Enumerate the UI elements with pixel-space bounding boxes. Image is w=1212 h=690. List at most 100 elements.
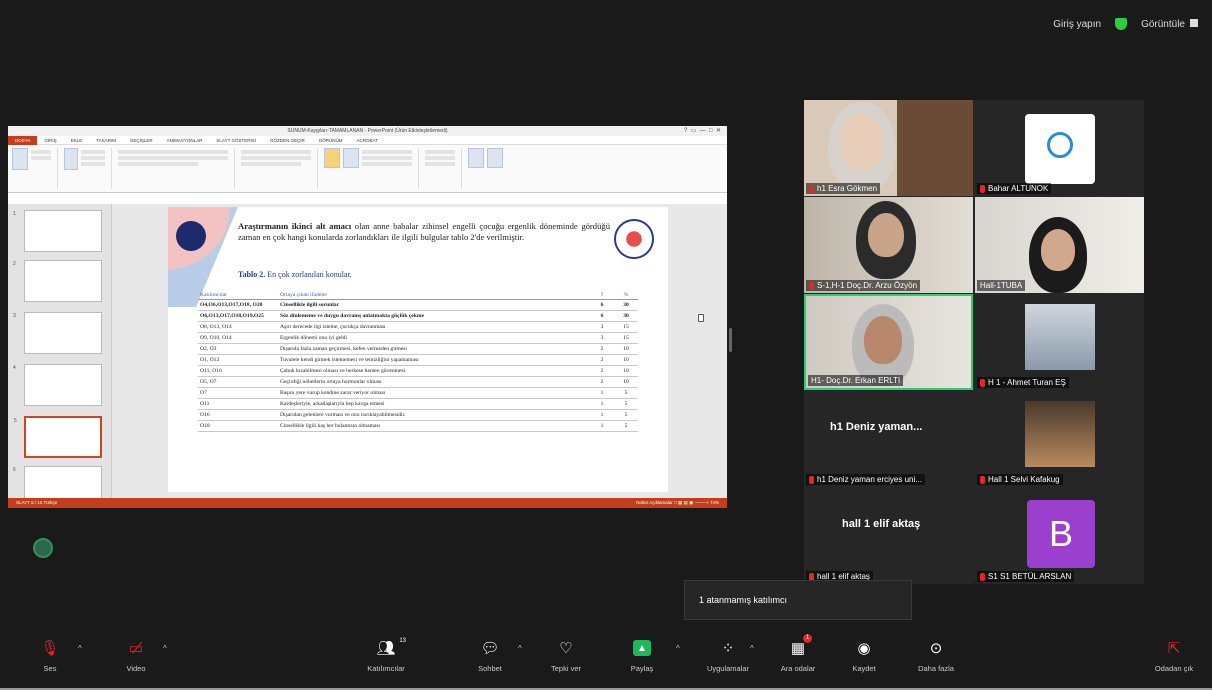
ribbon-group-font [118,148,235,189]
table-header-cell: f [590,291,614,300]
profile-photo [1025,304,1095,370]
split-handle[interactable] [729,328,732,352]
leave-room-button[interactable]: ⇱ Odadan çık [1144,638,1204,673]
muted-mic-icon [980,378,985,387]
more-button[interactable]: ⊙ Daha fazla [906,638,966,673]
share-button[interactable]: ▲ Paylaş [612,638,672,673]
paragraph-bold: Araştırmanın ikinci alt amacı [238,221,352,231]
participant-tile[interactable]: Hall-1TUBA [975,197,1144,293]
ribbon-tab[interactable]: GEÇİŞLER [123,138,160,143]
leave-room-icon: ⇱ [1167,640,1181,657]
apps-button[interactable]: ⁘ Uygulamalar [698,638,758,673]
ribbon-group-slides [64,148,112,189]
signin-link[interactable]: Giriş yapın [1053,19,1101,30]
participant-tile[interactable]: Bahar ALTUNOK [975,100,1144,196]
participants-label: Katılımcılar [367,664,405,673]
record-button[interactable]: ◉ Kaydet [834,638,894,673]
table-cell: O11 [198,398,278,410]
participant-video: h1 Deniz yaman... [804,391,973,487]
participant-video [975,197,1144,293]
table-cell: 5 [614,387,638,399]
react-button[interactable]: ♡ Tepki ver [536,638,596,673]
slide-thumb-1[interactable]: 1 [13,210,102,252]
slide-thumb-2[interactable]: 2 [13,260,102,302]
participant-video [804,197,973,293]
table-header-cell: Ortaya çıkan ifadeler [278,291,590,300]
participant-tile[interactable]: S-1,H-1 Doç.Dr. Arzu Özyön [804,197,973,293]
participant-name-label: H1- Doç.Dr. Erkan ERLTI [808,375,904,386]
ribbon-tab[interactable]: ACROBAT [350,138,385,143]
mute-options-chevron-icon[interactable]: ^ [78,644,82,653]
participant-tile[interactable]: H1- Doç.Dr. Erkan ERLTI [804,294,973,390]
table-cell: Çabuk kızabilmesi olması ve herkese heme… [278,365,590,377]
participant-tile[interactable]: h1 Deniz yaman... h1 Deniz yaman erciyes … [804,391,973,487]
ribbon-tab[interactable]: DOSYA [8,135,38,145]
muted-mic-icon [980,184,985,193]
ribbon-tab[interactable]: GİRİŞ [37,138,63,143]
ribbon-tab[interactable]: GÖRÜNÜM [312,138,350,143]
view-button[interactable]: Görüntüle [1141,18,1198,30]
slide-paragraph: Araştırmanın ikinci alt amacı olan anne … [238,221,610,243]
participants-button[interactable]: 👥︎ 13 Katılımcılar [356,638,416,673]
participant-tile[interactable]: H 1 - Ahmet Turan EŞ [975,294,1144,390]
status-right: Notlar Açıklamalar □ ▦ ▤ ▣ −——+ 74% [636,500,719,505]
ppt-status-bar: SLAYT 5 / 10 Türkçe Notlar Açıklamalar □… [8,498,727,508]
video-button[interactable]: ▭̸ Video [106,638,166,673]
ribbon-tab[interactable]: GÖZDEN GEÇİR [263,138,312,143]
chat-options-chevron-icon[interactable]: ^ [518,644,522,653]
breakout-rooms-button[interactable]: ▦ 1 Ara odalar [768,634,828,673]
table-cell: O8, O13, O14 [198,321,278,333]
ribbon-group-acrobat [468,148,509,189]
top-right-bar: Giriş yapın Görüntüle [1053,18,1198,30]
table-row: O9, O10, O14 Ergenlik dönemi onu iyi geld… [198,332,638,344]
record-icon: ◉ [857,640,871,657]
table-cell: 10 [614,365,638,377]
rooms-label: Ara odalar [780,664,816,673]
slide-thumb-4[interactable]: 4 [13,364,102,406]
table-row: O5, O7 Geçirdiği nöbetlerin ortaya hormon… [198,376,638,388]
table-cell: 30 [614,299,638,311]
chat-button[interactable]: 💬︎ Sohbet [460,638,520,673]
apps-icon: ⁘ [721,640,735,657]
table-cell: Cinsellikle ilgili kaş her bulantısın ol… [278,420,590,432]
table-row: O11 Kardeşleriyle, arkadaşlarıyla hep kav… [198,398,638,410]
mute-button[interactable]: 🎙︎ Ses [20,638,80,673]
ribbon-tab[interactable]: ANİMASYONLAR [160,138,210,143]
table-cell: O18 [198,420,278,432]
slide-thumb-3[interactable]: 3 [13,312,102,354]
ribbon-tab[interactable]: EKLE [64,138,90,143]
participant-name-label: S-1,H-1 Doç.Dr. Arzu Özyön [806,280,921,291]
participant-video [975,100,1144,196]
table-cell: Kardeşleriyle, arkadaşlarıyla hep kavga … [278,398,590,410]
share-options-chevron-icon[interactable]: ^ [676,644,680,653]
current-slide: Araştırmanın ikinci alt amacı olan anne … [168,207,668,492]
reaction-icon[interactable] [33,538,53,558]
participant-tile[interactable]: h1 Esra Gökmen [804,100,973,196]
participant-display-name: h1 Deniz yaman... [830,421,923,433]
ribbon-group-editing [425,148,462,189]
video-options-chevron-icon[interactable]: ^ [163,644,167,653]
table-cell: 2 [590,376,614,388]
table-cell: O4,O6,O13,O17,O18, O20 [198,299,278,311]
caption-bold: Tablo 2. [238,270,266,279]
participant-name-label: h1 Deniz yaman erciyes uni... [806,474,925,485]
ribbon-tab[interactable]: SLAYT GÖSTERİSİ [209,138,263,143]
participant-tile[interactable]: Hall 1 Selvi Kafakug [975,391,1144,487]
slide-thumb-5[interactable]: 5 [14,416,102,458]
security-shield-icon[interactable] [1115,18,1128,30]
participant-tile[interactable]: B S1 S1 BETÜL ARSLAN [975,488,1144,584]
participant-tile[interactable]: hall 1 elif aktaş hall 1 elif aktaş [804,488,973,584]
slide-thumbnails: 1 2 3 4 5 6 [8,204,112,508]
table-cell: 10 [614,343,638,355]
participants-count: 13 [399,638,406,644]
table-cell: Tuvalete kendi girmek istememesi ve temi… [278,354,590,366]
ppt-workspace: 1 2 3 4 5 6 Araştırmanın ikinci alt amac… [8,204,727,508]
table-cell: O11, O16 [198,365,278,377]
apps-label: Uygulamalar [706,664,750,673]
participant-name-label: Hall-1TUBA [977,280,1026,291]
apps-options-chevron-icon[interactable]: ^ [750,644,754,653]
table-row: O18 Cinsellikle ilgili kaş her bulantısın… [198,420,638,432]
participant-name-label: H 1 - Ahmet Turan EŞ [977,377,1069,388]
participant-name-label: Hall 1 Selvi Kafakug [977,474,1063,485]
ribbon-tab[interactable]: TASARIM [89,138,123,143]
